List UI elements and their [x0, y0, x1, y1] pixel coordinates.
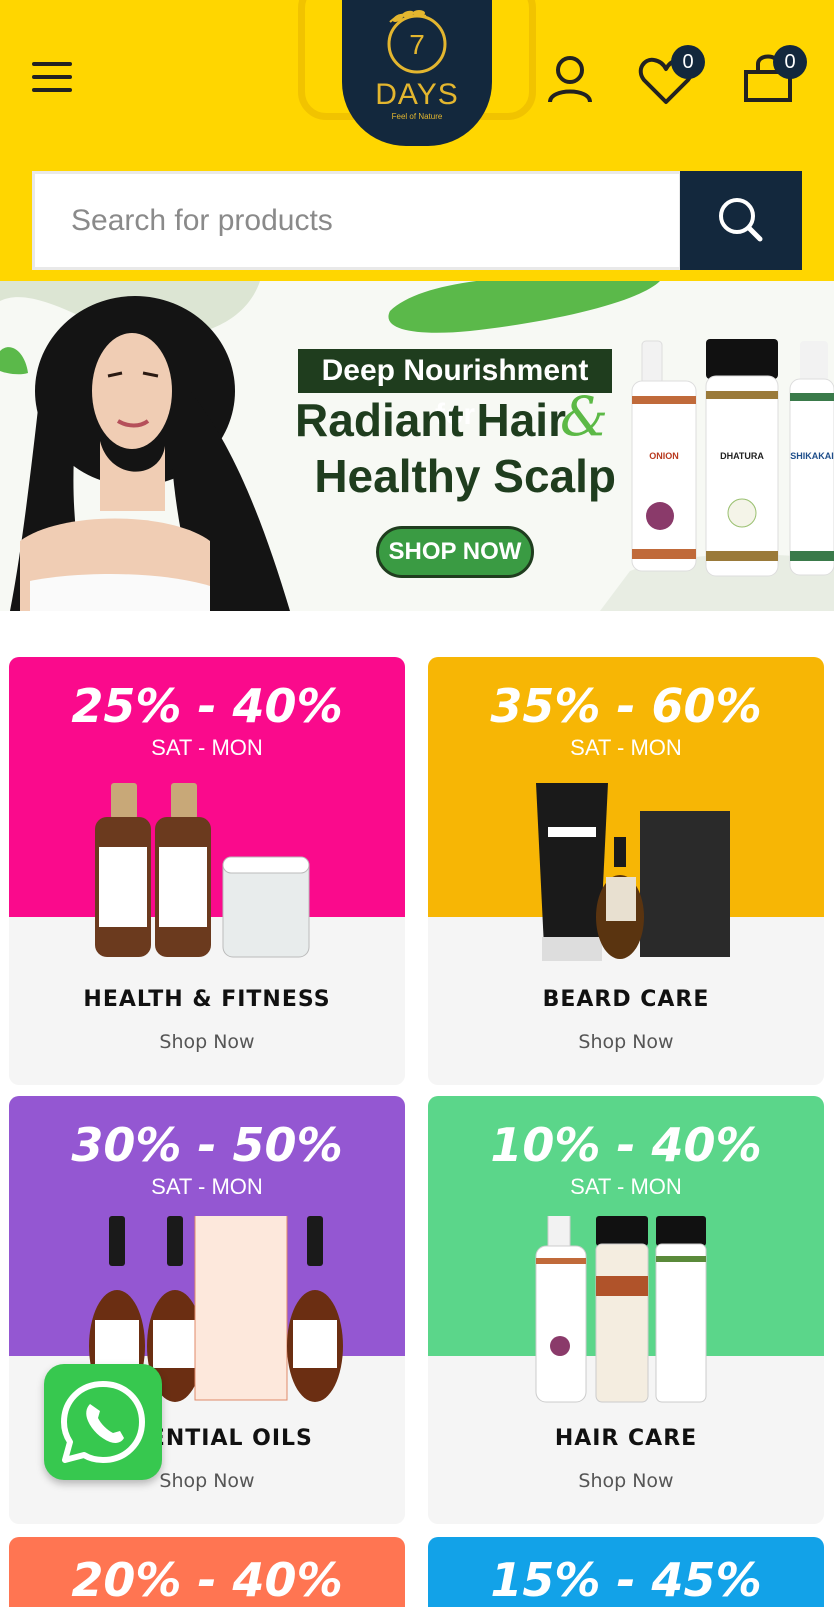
category-card-partial[interactable]: 20% - 40% [9, 1537, 405, 1607]
bottle-label-onion: ONION [649, 451, 679, 461]
whatsapp-icon [61, 1381, 145, 1463]
product-image [536, 783, 730, 961]
search-button[interactable] [680, 171, 802, 270]
shop-now-link[interactable]: Shop Now [428, 1031, 824, 1053]
product-image [95, 783, 310, 958]
banner-headline-line2: Healthy Scalp [314, 450, 616, 502]
category-name: BEARD CARE [542, 987, 710, 1012]
discount-range: 25% - 40% [71, 679, 343, 733]
category-name: HAIR CARE [554, 1426, 698, 1451]
hero-banner[interactable]: ONION DHATURA SHIKAKAI Deep Nourishment … [0, 281, 834, 611]
sale-days: SAT - MON [151, 735, 263, 760]
banner-shop-now-button[interactable]: SHOP NOW [376, 526, 534, 578]
sale-days: SAT - MON [151, 1174, 263, 1199]
logo-wordmark: DAYS [375, 78, 459, 111]
whatsapp-chat-button[interactable] [44, 1364, 162, 1480]
user-icon[interactable] [540, 50, 600, 110]
search-bar [32, 171, 802, 270]
discount-range: 15% - 45% [490, 1553, 762, 1607]
discount-range: 20% - 40% [71, 1553, 343, 1607]
search-icon [719, 198, 763, 242]
bottle-label-shikakai: SHIKAKAI [790, 451, 834, 461]
banner-headline-line1: Radiant Hair [295, 394, 566, 446]
product-image [535, 1216, 707, 1403]
logo-emblem-icon: 7 [387, 10, 447, 74]
logo-number: 7 [409, 29, 425, 60]
category-card-partial[interactable]: 15% - 45% [428, 1537, 824, 1607]
site-logo[interactable]: 7 DAYS Feel of Nature [342, 0, 492, 146]
discount-range: 10% - 40% [490, 1118, 762, 1172]
category-card-hair-care[interactable]: 10% - 40% SAT - MON HAIR CARE Shop Now [428, 1096, 824, 1524]
sale-days: SAT - MON [570, 1174, 682, 1199]
banner-ampersand: & [560, 385, 609, 448]
sale-days: SAT - MON [570, 735, 682, 760]
site-header: 7 DAYS Feel of Nature 0 0 [0, 0, 834, 281]
category-card-beard-care[interactable]: 35% - 60% SAT - MON BEARD CARE Shop Now [428, 657, 824, 1085]
category-name: HEALTH & FITNESS [83, 987, 331, 1012]
cart-count-badge: 0 [773, 45, 807, 79]
search-input[interactable] [32, 171, 682, 270]
shop-now-link[interactable]: Shop Now [428, 1470, 824, 1492]
logo-tagline: Feel of Nature [391, 112, 443, 121]
discount-range: 30% - 50% [71, 1118, 343, 1172]
category-card-health-fitness[interactable]: 25% - 40% SAT - MON HEALTH & FITNESS Sho… [9, 657, 405, 1085]
wishlist-count-badge: 0 [671, 45, 705, 79]
menu-icon[interactable] [32, 60, 72, 94]
discount-range: 35% - 60% [490, 679, 762, 733]
bottle-label-dhatura: DHATURA [720, 451, 764, 461]
shop-now-link[interactable]: Shop Now [9, 1031, 405, 1053]
